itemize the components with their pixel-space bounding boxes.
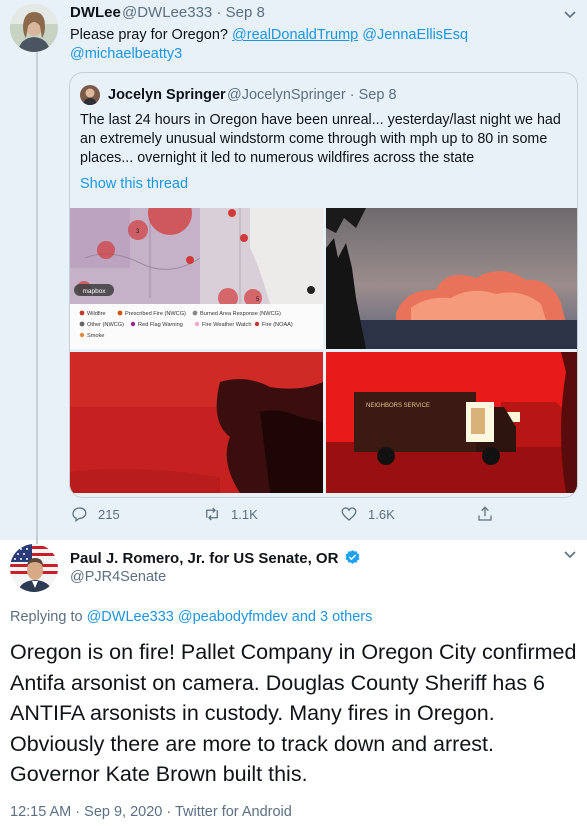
legend-prescribed-fire: Prescribed Fire (NWCG) [125, 311, 186, 317]
reply-author-name[interactable]: Paul J. Romero, Jr. for US Senate, OR [70, 550, 338, 567]
replying-mentions[interactable]: @DWLee333 @peabodyfmdev [87, 609, 288, 625]
show-thread-link[interactable]: Show this thread [80, 176, 188, 192]
parent-handle-date: @DWLee333 · Sep 8 [122, 4, 265, 21]
verified-badge-icon [345, 550, 360, 564]
reply-action[interactable]: 215 [70, 504, 120, 524]
heart-icon [341, 507, 357, 521]
thread-connector-line [36, 52, 38, 542]
quoted-tweet-text: The last 24 hours in Oregon have been un… [80, 112, 561, 166]
parent-tweet: DWLee @DWLee333 · Sep 8 Please pray for … [0, 0, 587, 542]
photo-smoke-plume[interactable] [326, 208, 577, 349]
quoted-author-handle: @JocelynSpringer [227, 87, 346, 103]
romero-avatar[interactable] [10, 544, 58, 592]
legend-fire-noaa: Fire (NOAA) [262, 322, 293, 328]
chevron-down-icon[interactable] [563, 10, 577, 20]
truck-sign: NEIGHBORS SERVICE [366, 403, 430, 409]
parent-text-plain: Please pray for Oregon? [70, 27, 228, 43]
legend-smoke: Smoke [87, 333, 104, 339]
tweet-timestamp-source[interactable]: 12:15 AM · Sep 9, 2020 · Twitter for And… [10, 804, 292, 820]
parent-author-handle[interactable]: @DWLee333 [122, 4, 212, 21]
jocelyn-avatar[interactable] [80, 85, 100, 105]
separator-dot: · [216, 4, 222, 21]
legend-other: Other (NWCG) [87, 322, 124, 328]
legend-wildfire: Wildfire [87, 311, 106, 317]
legend-burned-area: Burned Area Response (NWCG) [200, 311, 281, 317]
separator-dot: · [349, 87, 355, 103]
legend-fire-weather: Fire Weather Watch [202, 322, 251, 328]
replying-prefix: Replying to [10, 609, 83, 625]
reply-author-name-row: Paul J. Romero, Jr. for US Senate, OR [70, 549, 361, 567]
chevron-down-icon[interactable] [563, 550, 577, 560]
reply-icon [72, 507, 87, 523]
retweet-icon [206, 507, 218, 521]
mention-link[interactable]: @realDonaldTrump [232, 27, 358, 43]
parent-tweet-text: Please pray for Oregon? @realDonaldTrump… [70, 26, 560, 64]
mention-link[interactable]: @michaelbeatty3 [70, 46, 182, 62]
share-icon [478, 506, 492, 521]
reply-tweet-text: Oregon is on fire! Pallet Company in Ore… [10, 640, 577, 786]
replying-to-line: Replying to @DWLee333 @peabodyfmdev and … [10, 609, 372, 625]
legend-red-flag: Red Flag Warning [138, 322, 183, 328]
quoted-tweet-card[interactable]: Jocelyn Springer @JocelynSpringer · Sep … [69, 72, 578, 498]
photo-red-coast[interactable] [70, 352, 323, 493]
quoted-date: Sep 8 [358, 87, 397, 103]
quoted-handle-date: @JocelynSpringer · Sep 8 [227, 87, 397, 103]
reply-author-handle[interactable]: @PJR4Senate [70, 569, 166, 585]
share-action[interactable] [476, 504, 504, 524]
parent-date[interactable]: Sep 8 [226, 4, 265, 21]
photo-fire-map[interactable]: mapbox 3 5 Wildfire Prescribed Fire (NWC… [70, 208, 323, 349]
mention-link[interactable]: @JennaEllisEsq [362, 27, 468, 43]
like-count: 1.6K [368, 506, 395, 522]
quoted-author-name: Jocelyn Springer [108, 87, 226, 103]
dwlee-avatar[interactable] [10, 4, 58, 52]
retweet-action[interactable]: 1.1K [203, 504, 258, 524]
replying-others-link[interactable]: and 3 others [292, 609, 373, 625]
reply-count: 215 [98, 506, 120, 522]
mapbox-badge: mapbox [82, 288, 106, 295]
retweet-count: 1.1K [231, 506, 258, 522]
photo-delivery-truck[interactable]: NEIGHBORS SERVICE [326, 352, 577, 493]
like-action[interactable]: 1.6K [340, 504, 395, 524]
parent-author-name[interactable]: DWLee [70, 4, 121, 21]
